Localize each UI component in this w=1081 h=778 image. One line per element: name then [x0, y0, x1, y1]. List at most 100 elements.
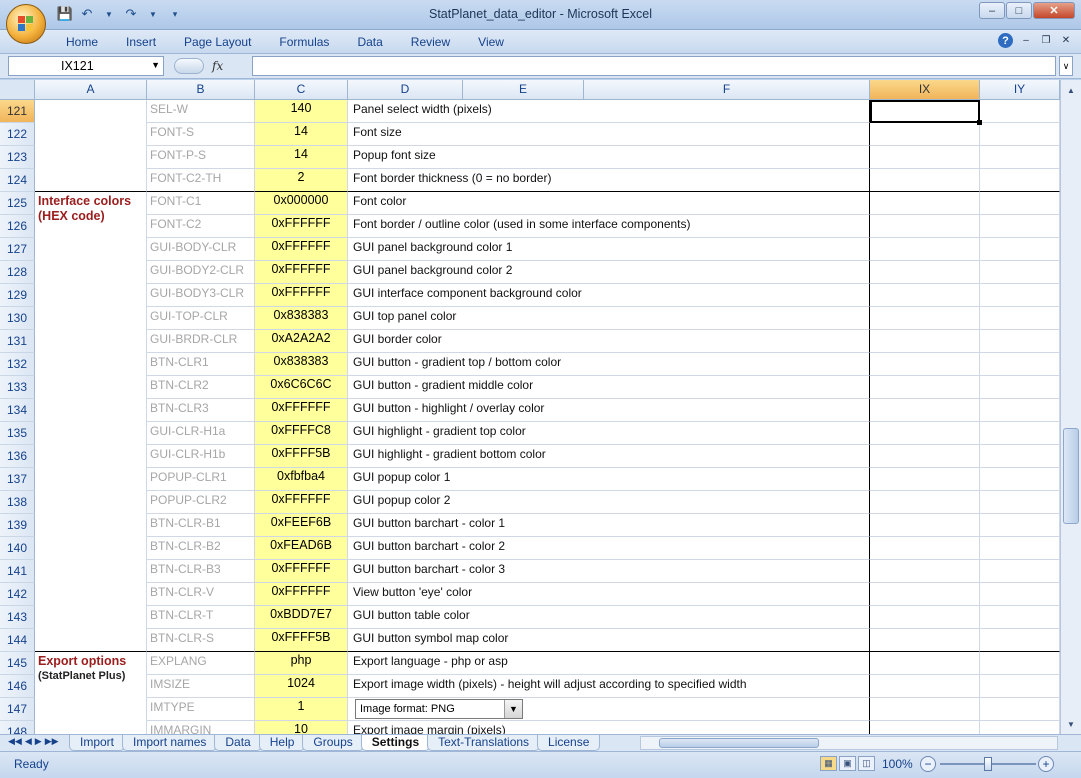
cell-a[interactable] [35, 629, 147, 652]
minimize-button[interactable]: – [979, 2, 1005, 19]
cell-a[interactable] [35, 169, 147, 192]
ribbon-tab-view[interactable]: View [464, 35, 518, 49]
cell-iy[interactable] [980, 261, 1060, 284]
cell-iy[interactable] [980, 146, 1060, 169]
cell-ix[interactable] [870, 606, 980, 629]
cell-a[interactable] [35, 238, 147, 261]
cell-d-description[interactable]: GUI panel background color 2 [348, 261, 870, 284]
cell-c-value[interactable]: 0xFFFFFF [255, 560, 348, 583]
cell-b-key[interactable]: BTN-CLR-B3 [147, 560, 255, 583]
vertical-scroll-thumb[interactable] [1063, 428, 1079, 524]
cell-b-key[interactable]: POPUP-CLR1 [147, 468, 255, 491]
cell-a[interactable] [35, 215, 147, 238]
cell-d-description[interactable]: Export language - php or asp [348, 652, 870, 675]
cell-ix[interactable] [870, 192, 980, 215]
cell-d-description[interactable]: GUI button symbol map color [348, 629, 870, 652]
cell-c-value[interactable]: 10 [255, 721, 348, 734]
cell-iy[interactable] [980, 422, 1060, 445]
active-cell-cursor[interactable] [870, 100, 982, 125]
row-header[interactable]: 147 [0, 698, 35, 721]
cell-d-description[interactable]: Font size [348, 123, 870, 146]
row-header[interactable]: 132 [0, 353, 35, 376]
cell-ix[interactable] [870, 284, 980, 307]
ribbon-tab-formulas[interactable]: Formulas [265, 35, 343, 49]
cell-b-key[interactable]: GUI-BODY2-CLR [147, 261, 255, 284]
cell-b-key[interactable]: BTN-CLR-S [147, 629, 255, 652]
normal-view-icon[interactable]: ▦ [820, 756, 837, 771]
cell-b-key[interactable]: GUI-BRDR-CLR [147, 330, 255, 353]
first-sheet-icon[interactable]: ◀◀ [8, 736, 22, 747]
cell-d-description[interactable]: GUI button - gradient middle color [348, 376, 870, 399]
cell-c-value[interactable]: 0x6C6C6C [255, 376, 348, 399]
cell-c-value[interactable]: php [255, 652, 348, 675]
ribbon-tab-insert[interactable]: Insert [112, 35, 170, 49]
cell-c-value[interactable]: 0xFFFFFF [255, 238, 348, 261]
scroll-down-icon[interactable]: ▼ [1063, 716, 1079, 732]
row-header[interactable]: 127 [0, 238, 35, 261]
row-header[interactable]: 144 [0, 629, 35, 652]
cell-b-key[interactable]: BTN-CLR2 [147, 376, 255, 399]
zoom-out-icon[interactable]: − [920, 756, 936, 772]
cell-c-value[interactable]: 0xFEAD6B [255, 537, 348, 560]
row-header[interactable]: 146 [0, 675, 35, 698]
cell-a[interactable] [35, 284, 147, 307]
cell-a[interactable] [35, 330, 147, 353]
cell-ix[interactable] [870, 652, 980, 675]
cell-a[interactable] [35, 583, 147, 606]
cell-c-value[interactable]: 140 [255, 100, 348, 123]
row-header[interactable]: 143 [0, 606, 35, 629]
worksheet-grid[interactable]: A B C D E F IX IY 121 SEL-W 140 Panel select width … [0, 80, 1060, 734]
cell-a[interactable] [35, 261, 147, 284]
cell-ix[interactable] [870, 330, 980, 353]
row-header[interactable]: 128 [0, 261, 35, 284]
cell-ix[interactable] [870, 583, 980, 606]
cell-c-value[interactable]: 0xFFFFFF [255, 583, 348, 606]
cell-d-description[interactable]: Font border thickness (0 = no border) [348, 169, 870, 192]
cell-a[interactable] [35, 491, 147, 514]
cell-b-key[interactable]: IMSIZE [147, 675, 255, 698]
cell-ix[interactable] [870, 698, 980, 721]
cell-c-value[interactable]: 0x000000 [255, 192, 348, 215]
cell-c-value[interactable]: 0x838383 [255, 353, 348, 376]
cell-d-description[interactable]: GUI button - highlight / overlay color [348, 399, 870, 422]
column-header-f[interactable]: F [584, 80, 870, 100]
cell-iy[interactable] [980, 560, 1060, 583]
cell-d-description[interactable]: GUI popup color 2 [348, 491, 870, 514]
cell-c-value[interactable]: 0xFFFFC8 [255, 422, 348, 445]
sheet-tab-groups[interactable]: Groups [302, 735, 364, 751]
cell-c-value[interactable]: 0xFFFFFF [255, 261, 348, 284]
column-header-d[interactable]: D [348, 80, 463, 100]
cell-iy[interactable] [980, 215, 1060, 238]
horizontal-scrollbar[interactable] [640, 736, 1058, 750]
cell-d-description[interactable]: GUI interface component background color [348, 284, 870, 307]
cell-b-key[interactable]: FONT-S [147, 123, 255, 146]
formula-splitter[interactable] [174, 58, 204, 74]
image-format-dropdown[interactable]: Image format: PNG ▼ [355, 699, 523, 719]
cell-c-value[interactable]: 0xfbfba4 [255, 468, 348, 491]
cell-d-description[interactable]: View button 'eye' color [348, 583, 870, 606]
cell-a[interactable] [35, 399, 147, 422]
cell-ix[interactable] [870, 238, 980, 261]
cell-b-key[interactable]: FONT-C2-TH [147, 169, 255, 192]
row-header[interactable]: 138 [0, 491, 35, 514]
cell-c-value[interactable]: 0xFEEF6B [255, 514, 348, 537]
workbook-minimize-button[interactable]: – [1019, 34, 1033, 48]
cell-iy[interactable] [980, 399, 1060, 422]
column-header-iy[interactable]: IY [980, 80, 1060, 100]
cell-c-value[interactable]: 1 [255, 698, 348, 721]
vertical-scrollbar[interactable]: ▲ ▼ [1060, 80, 1081, 734]
row-header[interactable]: 145 [0, 652, 35, 675]
row-header[interactable]: 123 [0, 146, 35, 169]
cell-b-key[interactable]: GUI-CLR-H1b [147, 445, 255, 468]
cell-ix[interactable] [870, 123, 980, 146]
cell-ix[interactable] [870, 675, 980, 698]
ribbon-tab-review[interactable]: Review [397, 35, 464, 49]
cell-iy[interactable] [980, 445, 1060, 468]
cell-c-value[interactable]: 1024 [255, 675, 348, 698]
sheet-tab-import-names[interactable]: Import names [122, 735, 218, 751]
cell-iy[interactable] [980, 307, 1060, 330]
select-all-corner[interactable] [0, 80, 35, 100]
cell-iy[interactable] [980, 169, 1060, 192]
cell-iy[interactable] [980, 353, 1060, 376]
column-header-e[interactable]: E [463, 80, 584, 100]
